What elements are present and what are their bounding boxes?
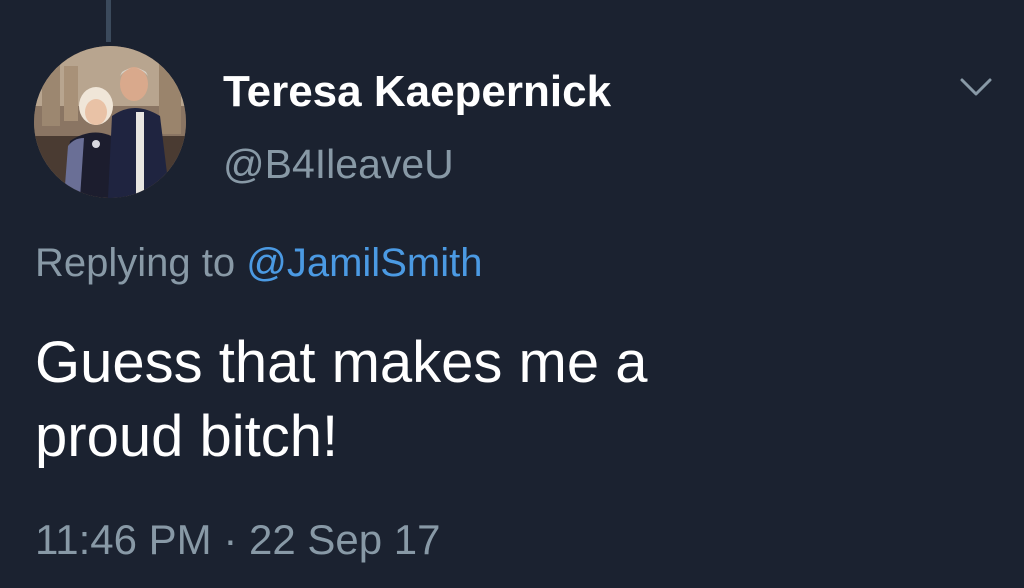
chevron-down-icon [960, 78, 992, 96]
replying-to-line: Replying to @JamilSmith [35, 239, 482, 287]
author-handle[interactable]: @B4IleaveU [223, 140, 454, 188]
tweet-menu-button[interactable] [954, 68, 998, 108]
tweet-text-line: proud bitch! [35, 404, 339, 469]
tweet-text: Guess that makes me a proud bitch! [35, 326, 995, 474]
author-display-name[interactable]: Teresa Kaepernick [223, 66, 611, 118]
profile-photo-image [34, 46, 186, 198]
avatar[interactable] [34, 46, 186, 198]
tweet-text-line: Guess that makes me a [35, 330, 648, 395]
thread-connector-line [106, 0, 111, 42]
reply-mention-link[interactable]: @JamilSmith [246, 241, 482, 285]
tweet-timestamp[interactable]: 11:46 PM · 22 Sep 17 [35, 515, 440, 565]
replying-to-label: Replying to [35, 241, 236, 285]
